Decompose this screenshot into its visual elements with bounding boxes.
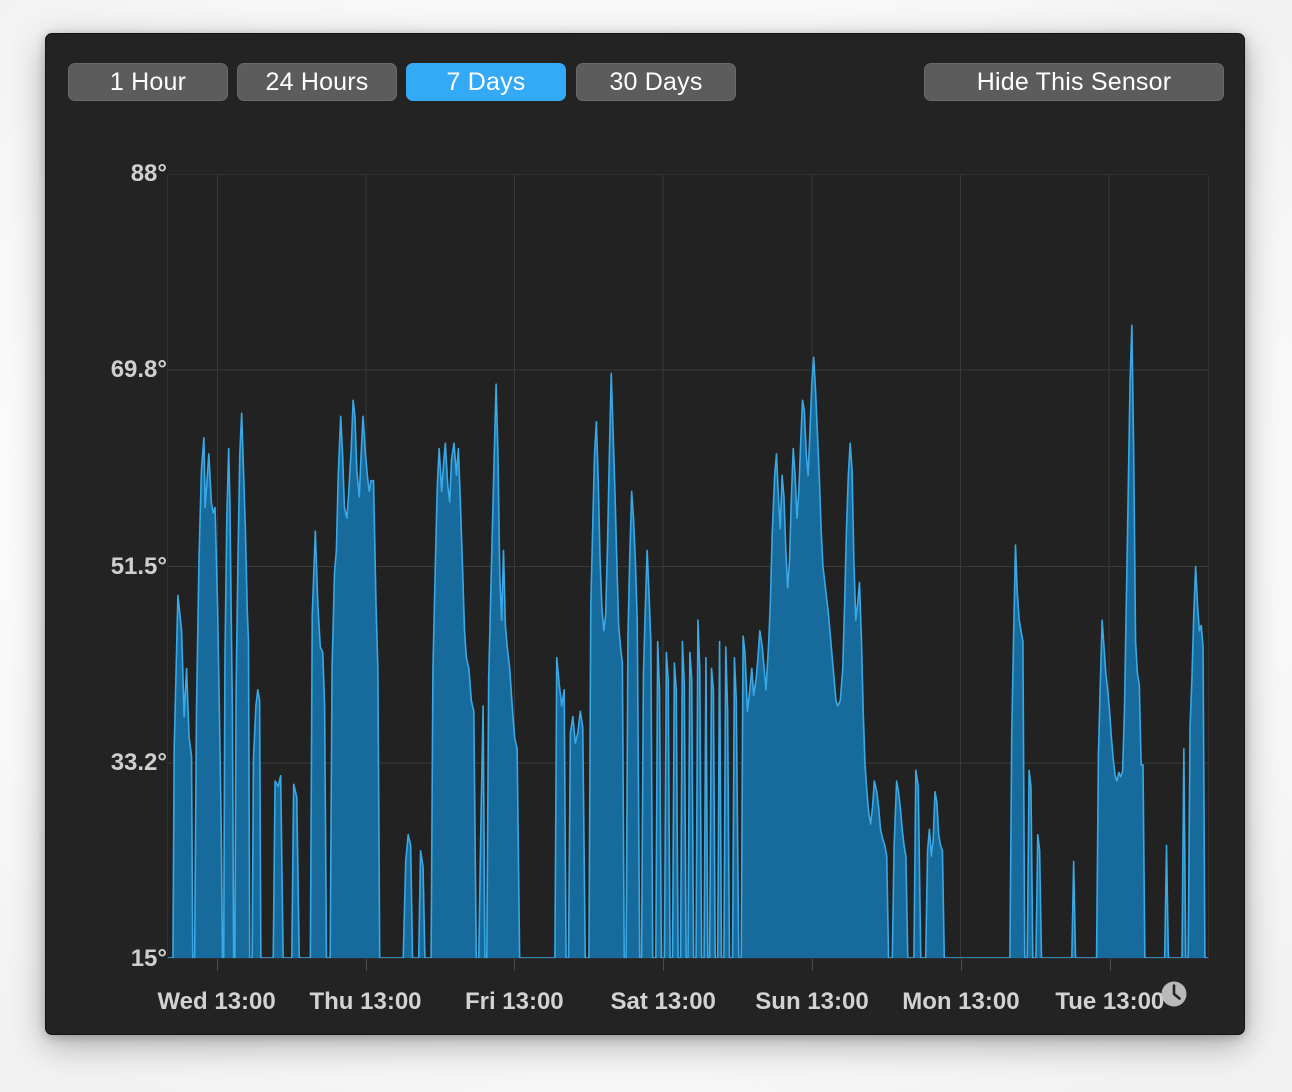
toolbar: 1 Hour 24 Hours 7 Days 30 Days Hide This… <box>46 34 1244 130</box>
x-axis-tick-label: Tue 13:00 <box>1055 988 1165 1015</box>
x-axis-tick-label: Sat 13:00 <box>610 988 716 1015</box>
range-button-7-days[interactable]: 7 Days <box>406 63 566 101</box>
x-axis-tick-mark <box>663 959 665 971</box>
range-button-1-hour[interactable]: 1 Hour <box>68 63 228 101</box>
x-axis-tick-mark <box>216 959 218 971</box>
y-axis-tick-label: 33.2° <box>110 749 167 777</box>
x-axis-tick-label: Thu 13:00 <box>309 988 422 1015</box>
x-axis-tick-mark <box>1109 959 1111 971</box>
x-axis-tick-mark <box>514 959 516 971</box>
y-axis-tick-label: 88° <box>130 160 167 187</box>
x-axis-tick-label: Mon 13:00 <box>902 988 1020 1015</box>
range-button-24-hours[interactable]: 24 Hours <box>237 63 397 101</box>
x-axis-tick-mark <box>811 959 813 971</box>
x-axis-tick-label: Sun 13:00 <box>755 988 869 1015</box>
x-axis-tick-label: Wed 13:00 <box>157 988 276 1015</box>
y-axis-tick-label: 69.8° <box>110 355 167 383</box>
y-axis-tick-label: 15° <box>130 945 167 972</box>
x-axis-tick-label: Fri 13:00 <box>464 988 564 1015</box>
y-axis-tick-label: 51.5° <box>110 552 167 580</box>
plot-svg <box>168 175 1208 958</box>
plot-area[interactable] <box>167 174 1209 959</box>
sensor-graph-window: 1 Hour 24 Hours 7 Days 30 Days Hide This… <box>45 33 1245 1035</box>
range-button-30-days[interactable]: 30 Days <box>576 63 736 101</box>
x-axis-tick-mark <box>960 959 962 971</box>
chart-region: 88° 69.8° 51.5° 33.2° 15° Wed 13:00 Thu 13:00… <box>46 130 1244 1034</box>
x-axis-tick-mark <box>365 959 367 971</box>
clock-icon[interactable] <box>1158 978 1190 1010</box>
temperature-series <box>168 325 1208 958</box>
hide-this-sensor-button[interactable]: Hide This Sensor <box>924 63 1224 101</box>
